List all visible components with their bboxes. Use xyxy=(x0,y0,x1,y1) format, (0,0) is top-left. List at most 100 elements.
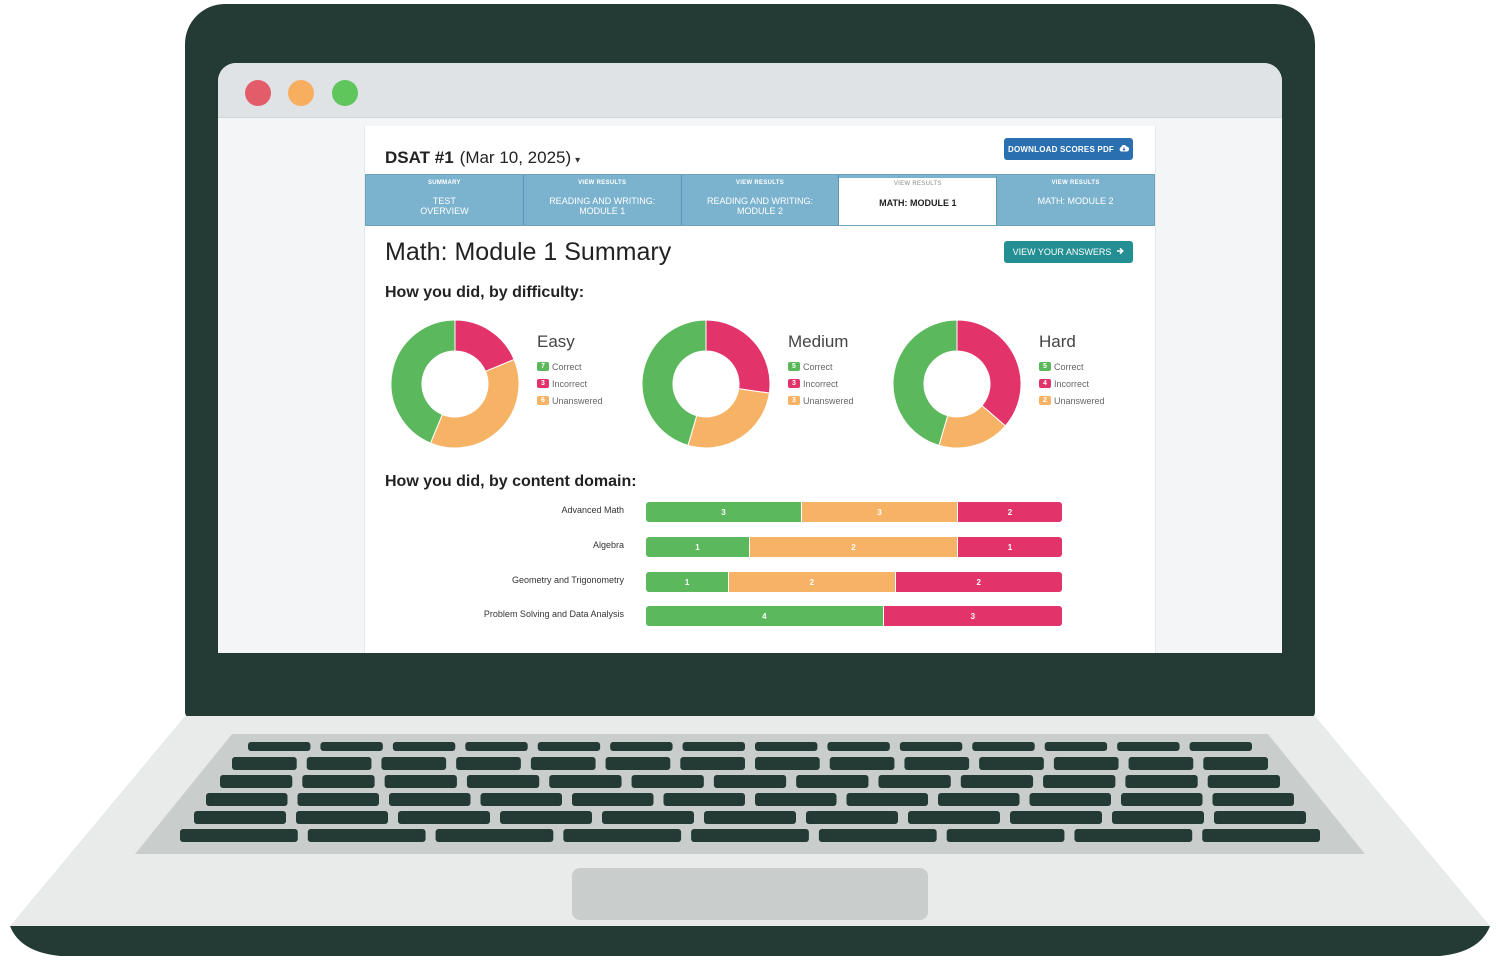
keyboard-key xyxy=(297,793,379,806)
tab-caption: VIEW RESULTS xyxy=(1051,180,1100,186)
tab-1[interactable]: SUMMARY TEST OVERVIEW xyxy=(366,175,524,225)
tab-label-line1: MATH: MODULE 1 xyxy=(879,198,957,208)
keyboard-key xyxy=(755,793,837,806)
close-window-button[interactable] xyxy=(245,80,271,106)
keyboard-key xyxy=(908,811,1000,824)
keyboard-key xyxy=(296,811,388,824)
legend-label: Unanswered xyxy=(552,395,603,406)
tab-caption: VIEW RESULTS xyxy=(893,181,942,187)
keyboard-key xyxy=(818,829,937,842)
keyboard-key xyxy=(180,829,298,842)
tab-3[interactable]: VIEW RESULTS READING AND WRITING: MODULE 2 xyxy=(681,175,840,225)
domain-label: Advanced Math xyxy=(561,505,624,515)
legend-item-correct: 5 Correct xyxy=(1039,358,1105,375)
view-answers-button[interactable]: VIEW YOUR ANSWERS xyxy=(1004,241,1133,263)
results-tabs: SUMMARY TEST OVERVIEW VIEW RESULTS READING A… xyxy=(365,174,1155,226)
keyboard-key xyxy=(713,775,787,788)
keyboard-key xyxy=(704,811,796,824)
page-title: Math: Module 1 Summary xyxy=(385,238,672,266)
tab-label: READING AND WRITING: MODULE 1 xyxy=(524,196,681,216)
view-answers-label: VIEW YOUR ANSWERS xyxy=(1012,247,1112,257)
keyboard-key xyxy=(563,829,682,842)
keyboard-key xyxy=(1043,775,1116,788)
tab-2[interactable]: VIEW RESULTS READING AND WRITING: MODULE 1 xyxy=(523,175,682,225)
keyboard-key xyxy=(663,793,745,806)
keyboard-key xyxy=(389,793,471,806)
keyboard-key xyxy=(1053,757,1119,770)
test-selector[interactable]: DSAT #1 (Mar 10, 2025) ▾ xyxy=(385,148,580,168)
cloud-download-icon xyxy=(1119,144,1130,155)
keyboard-key xyxy=(392,742,456,751)
keyboard-key xyxy=(549,775,622,788)
keyboard-key xyxy=(602,811,694,824)
keyboard-key xyxy=(1207,775,1280,788)
keyboard-key xyxy=(1044,742,1108,751)
keyboard-key xyxy=(465,742,528,751)
tab-4[interactable]: VIEW RESULTS MATH: MODULE 1 xyxy=(839,175,998,225)
domain-stacked-bar: 122 xyxy=(646,572,1062,592)
tab-caption: SUMMARY xyxy=(427,180,461,186)
tab-label: MATH: MODULE 1 xyxy=(839,198,996,208)
domain-stacked-bar: 121 xyxy=(646,537,1062,557)
test-date: (Mar 10, 2025) xyxy=(459,148,572,167)
keyboard-key xyxy=(320,742,383,751)
keyboard-key xyxy=(248,742,311,751)
tab-label-line1: TEST xyxy=(432,196,456,206)
keyboard-key xyxy=(946,829,1065,842)
keyboard-key xyxy=(1010,811,1102,824)
legend-item-incorrect: 3 Incorrect xyxy=(537,375,603,392)
maximize-window-button[interactable] xyxy=(332,80,358,106)
legend-item-unanswered: 3 Unanswered xyxy=(788,392,854,409)
difficulty-title: Easy xyxy=(537,332,575,351)
legend-item-incorrect: 4 Incorrect xyxy=(1039,375,1105,392)
window-titlebar xyxy=(218,63,1282,118)
legend-label: Incorrect xyxy=(1054,378,1090,389)
keyboard-key xyxy=(1029,793,1111,806)
legend-count-badge: 2 xyxy=(1039,396,1051,405)
keyboard-key xyxy=(979,757,1044,770)
difficulty-heading: How you did, by difficulty: xyxy=(385,284,585,301)
domain-label: Geometry and Trigonometry xyxy=(511,575,624,585)
legend-label: Incorrect xyxy=(552,378,588,389)
keyboard-key xyxy=(755,742,818,751)
bar-segment-unanswered: 3 xyxy=(802,502,958,522)
legend-count-badge: 4 xyxy=(1039,379,1051,388)
donut-chart xyxy=(641,319,771,449)
keyboard-key xyxy=(682,742,745,751)
donut-slice-unanswered xyxy=(429,358,520,449)
laptop-base xyxy=(0,712,1500,961)
legend-label: Unanswered xyxy=(803,395,854,406)
keyboard-key xyxy=(1214,811,1306,824)
tab-5[interactable]: VIEW RESULTS MATH: MODULE 2 xyxy=(997,175,1154,225)
difficulty-title: Medium xyxy=(788,332,849,351)
keyboard-key xyxy=(972,742,1035,751)
tab-label: MATH: MODULE 2 xyxy=(997,196,1154,206)
donut-slice-incorrect xyxy=(705,319,771,394)
legend-label: Correct xyxy=(1054,361,1084,372)
domain-label: Algebra xyxy=(592,540,624,550)
legend-item-unanswered: 2 Unanswered xyxy=(1039,392,1105,409)
keyboard-key xyxy=(1125,775,1198,788)
tab-label-line2: OVERVIEW xyxy=(420,206,469,216)
keyboard-key xyxy=(456,757,521,770)
keyboard-key xyxy=(691,829,809,842)
keyboard-key xyxy=(572,793,654,806)
keyboard-key xyxy=(610,742,673,751)
download-scores-button[interactable]: DOWNLOAD SCORES PDF xyxy=(1004,138,1133,160)
keyboard-key xyxy=(306,757,372,770)
bar-segment-correct: 1 xyxy=(646,572,730,592)
donut-legend: 5 Correct 3 Incorrect 3 Unanswered xyxy=(788,358,854,409)
tab-caption: VIEW RESULTS xyxy=(735,180,785,186)
keyboard-key xyxy=(1117,742,1180,751)
keyboard-key xyxy=(466,775,540,788)
tab-caption: VIEW RESULTS xyxy=(578,180,627,186)
tab-label-line2: MODULE 2 xyxy=(736,206,783,216)
keyboard-key xyxy=(1202,829,1320,842)
keyboard-key xyxy=(938,793,1020,806)
domain-row: Algebra 1 2 1 xyxy=(365,537,1155,559)
bar-segment-unanswered: 2 xyxy=(750,537,958,557)
keyboard-key xyxy=(1074,829,1193,842)
keyboard-key xyxy=(232,757,297,770)
minimize-window-button[interactable] xyxy=(288,80,314,106)
legend-label: Correct xyxy=(552,361,582,372)
